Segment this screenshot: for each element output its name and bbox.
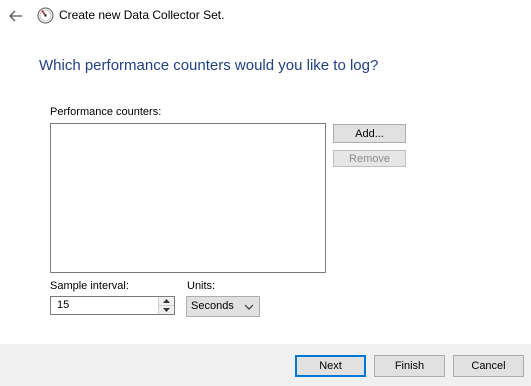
spin-buttons bbox=[158, 297, 174, 314]
window-title: Create new Data Collector Set. bbox=[59, 8, 225, 22]
cancel-button[interactable]: Cancel bbox=[453, 355, 524, 377]
next-button[interactable]: Next bbox=[295, 355, 366, 377]
sample-interval-stepper[interactable]: 15 bbox=[50, 296, 175, 315]
add-button[interactable]: Add... bbox=[333, 124, 406, 143]
finish-button[interactable]: Finish bbox=[374, 355, 445, 377]
chevron-down-icon bbox=[244, 304, 254, 310]
remove-button[interactable]: Remove bbox=[333, 150, 406, 167]
back-arrow-icon bbox=[9, 10, 22, 22]
wizard-footer: Next Finish Cancel bbox=[0, 344, 531, 386]
performance-monitor-icon bbox=[37, 7, 54, 24]
title-bar: Create new Data Collector Set. bbox=[0, 0, 531, 32]
spin-down-button[interactable] bbox=[159, 306, 174, 314]
units-label: Units: bbox=[187, 280, 216, 292]
spin-up-button[interactable] bbox=[159, 297, 174, 306]
units-value: Seconds bbox=[191, 300, 234, 312]
sample-interval-value: 15 bbox=[57, 299, 70, 311]
sample-interval-label: Sample interval: bbox=[50, 280, 129, 292]
page-heading: Which performance counters would you lik… bbox=[39, 57, 379, 74]
performance-counters-list[interactable] bbox=[50, 123, 326, 273]
triangle-up-icon bbox=[163, 299, 170, 303]
back-button[interactable] bbox=[6, 6, 26, 26]
triangle-down-icon bbox=[163, 308, 170, 312]
wizard-window: Create new Data Collector Set. Which per… bbox=[0, 0, 531, 386]
units-select[interactable]: Seconds bbox=[186, 296, 260, 317]
performance-counters-label: Performance counters: bbox=[50, 106, 162, 118]
